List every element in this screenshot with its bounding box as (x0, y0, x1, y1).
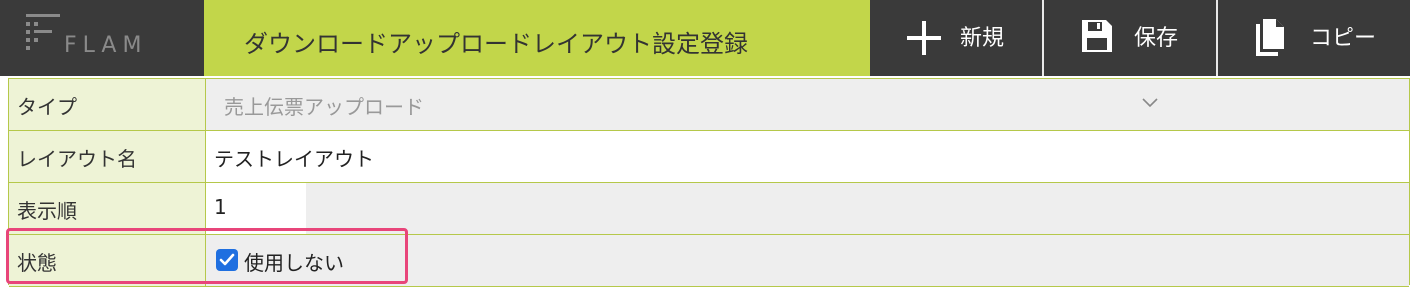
page-title: ダウンロードアップロードレイアウト設定登録 (244, 30, 748, 58)
copy-button[interactable]: コピー (1218, 0, 1410, 76)
app-header: FLAM ダウンロードアップロードレイアウト設定登録 新規 保存 コピー (0, 0, 1410, 76)
type-label: タイプ (17, 95, 77, 119)
save-button[interactable]: 保存 (1044, 0, 1216, 76)
layout-name-value: テストレイアウト (214, 147, 374, 171)
status-highlight-box (6, 228, 408, 284)
type-select[interactable]: 売上伝票アップロード (206, 79, 1409, 130)
save-icon (1082, 20, 1112, 52)
display-order-input[interactable]: 1 (206, 183, 306, 234)
display-order-label-cell: 表示順 (9, 183, 206, 234)
layout-name-label-cell: レイアウト名 (9, 131, 206, 182)
row-type: タイプ 売上伝票アップロード (9, 79, 1409, 131)
layout-name-label: レイアウト名 (17, 147, 137, 171)
display-order-label: 表示順 (17, 199, 77, 223)
logo-text: FLAM (64, 33, 148, 58)
logo-mark-icon (26, 14, 60, 50)
display-order-value: 1 (214, 195, 227, 219)
copy-button-label: コピー (1310, 26, 1377, 51)
page-title-tab: ダウンロードアップロードレイアウト設定登録 (204, 0, 870, 76)
plus-icon (907, 21, 941, 55)
type-select-value: 売上伝票アップロード (224, 95, 424, 119)
save-button-label: 保存 (1134, 26, 1179, 51)
new-button[interactable]: 新規 (870, 0, 1042, 76)
layout-name-input[interactable]: テストレイアウト (206, 131, 1409, 182)
flam-logo[interactable]: FLAM (0, 0, 204, 76)
copy-icon (1256, 19, 1284, 56)
display-order-cell: 1 (206, 183, 1409, 234)
new-button-label: 新規 (960, 26, 1005, 51)
type-label-cell: タイプ (9, 79, 206, 130)
row-layout-name: レイアウト名 テストレイアウト (9, 131, 1409, 183)
chevron-down-icon (1142, 98, 1158, 108)
